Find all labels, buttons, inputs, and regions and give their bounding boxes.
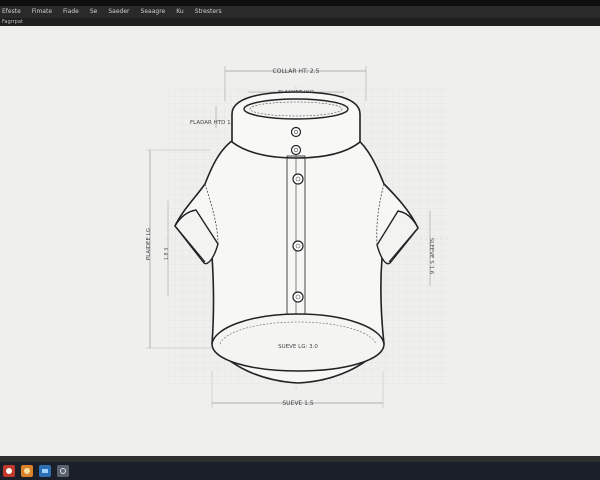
menu-item-fimate[interactable]: Fimate [30, 6, 52, 18]
document-tab-bar: Fagrrpat [0, 18, 600, 26]
start-icon[interactable] [3, 465, 15, 477]
menu-item-stresters[interactable]: Stresters [193, 6, 222, 18]
menu-item-efeste[interactable]: Efeste [0, 6, 21, 18]
menu-item-ku[interactable]: Ku [174, 6, 183, 18]
menu-bar: Efeste Fimate Fiade Se Saeder Seaagre Ku… [0, 6, 600, 18]
sleeve-width-label: SUEVE 1.5 [282, 400, 314, 407]
browser-icon[interactable] [21, 465, 33, 477]
collar-height-label: COLLAR HT: 2.5 [273, 68, 320, 75]
placket-button-3 [292, 291, 304, 303]
document-tab[interactable]: Fagrrpat [0, 19, 23, 25]
body-length-label: PLAIDEE LG [146, 228, 152, 260]
menu-item-saeder[interactable]: Saeder [106, 6, 129, 18]
technical-drawing: COLLAR HT: 2.5 FLACKET WO FLADAR HTD 1.2… [146, 66, 448, 408]
body-value-label: 1.8 3 [164, 248, 170, 261]
app-icon[interactable] [57, 465, 69, 477]
hem-opening [211, 313, 385, 372]
sleeve-height-label: SLEEVE S 1.6 [428, 238, 434, 275]
menu-item-seaagre[interactable]: Seaagre [139, 6, 166, 18]
taskbar [0, 462, 600, 480]
sleeve-length-label: SUEVE LG: 3.0 [278, 344, 318, 350]
placket-button-2 [292, 240, 304, 252]
folder-icon[interactable] [39, 465, 51, 477]
menu-item-fiade[interactable]: Fiade [61, 6, 79, 18]
drawing-canvas[interactable]: COLLAR HT: 2.5 FLACKET WO FLADAR HTD 1.2… [0, 26, 600, 456]
collar-button-top [290, 126, 302, 138]
placket-button-1 [292, 173, 304, 185]
collar-button-bottom [290, 144, 302, 156]
placket-height-label: FLADAR HTD 1.2 [190, 120, 236, 126]
menu-item-se[interactable]: Se [88, 6, 98, 18]
